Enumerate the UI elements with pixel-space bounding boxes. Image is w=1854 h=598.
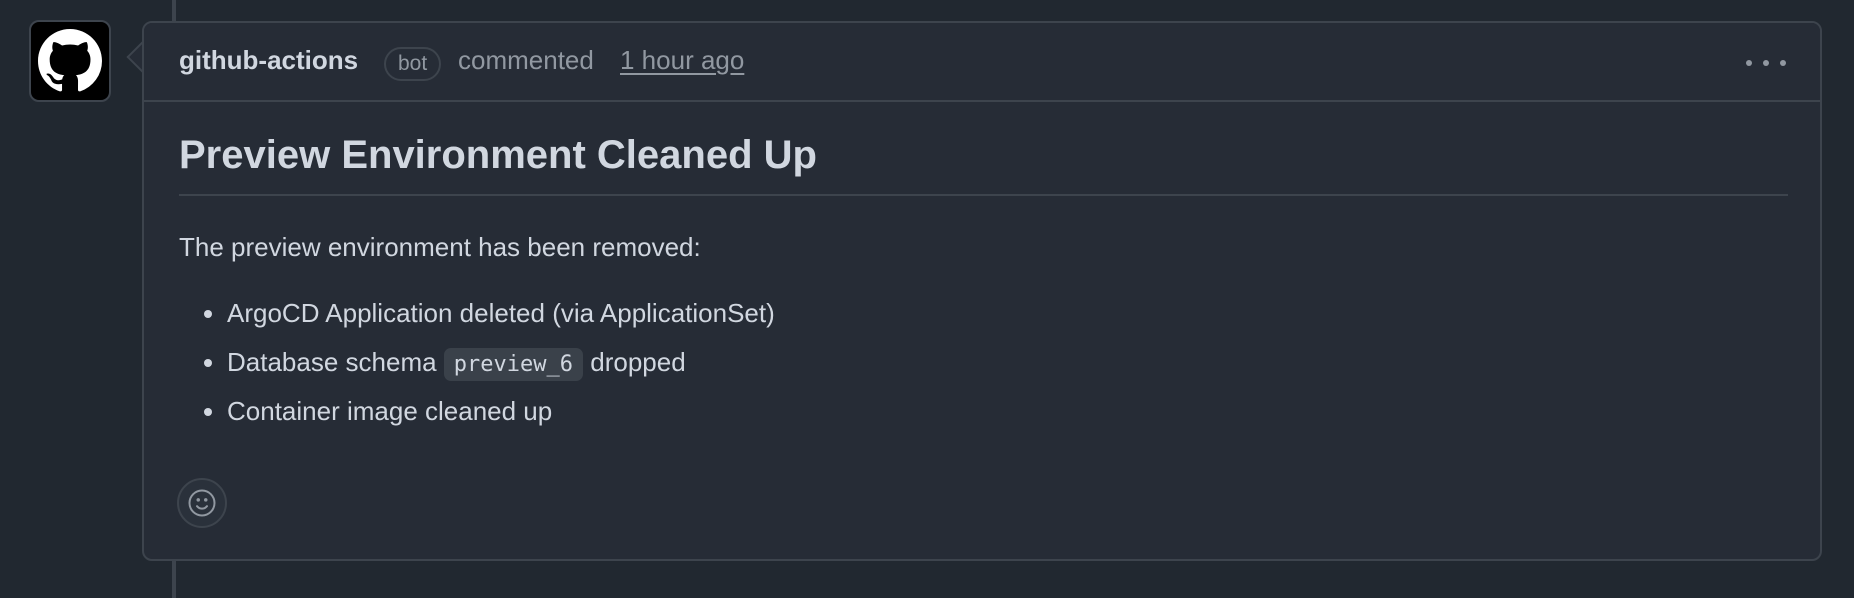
github-octocat-icon (38, 29, 102, 92)
author-link[interactable]: github-actions (179, 45, 358, 76)
list-item: ArgoCD Application deleted (via Applicat… (227, 289, 1788, 338)
comment-card: github-actions bot commented 1 hour ago … (142, 21, 1822, 561)
comment-intro: The preview environment has been removed… (179, 232, 701, 262)
timestamp-link[interactable]: 1 hour ago (620, 45, 744, 76)
kebab-horizontal-icon[interactable] (1746, 53, 1786, 73)
list-item: Database schema preview_6 dropped (227, 338, 1788, 387)
comment-heading: Preview Environment Cleaned Up (179, 133, 1788, 196)
inline-code: preview_6 (443, 348, 584, 381)
list-item: Container image cleaned up (227, 387, 1788, 436)
comment-body: Preview Environment Cleaned Up The previ… (179, 100, 1788, 436)
avatar[interactable] (29, 20, 111, 102)
comment-header: github-actions bot commented 1 hour ago (144, 23, 1820, 102)
smiley-icon (188, 489, 216, 517)
bot-badge: bot (384, 47, 442, 81)
add-reaction-button[interactable] (177, 478, 227, 528)
cleanup-list: ArgoCD Application deleted (via Applicat… (179, 289, 1788, 436)
comment-action-text: commented (458, 45, 594, 75)
